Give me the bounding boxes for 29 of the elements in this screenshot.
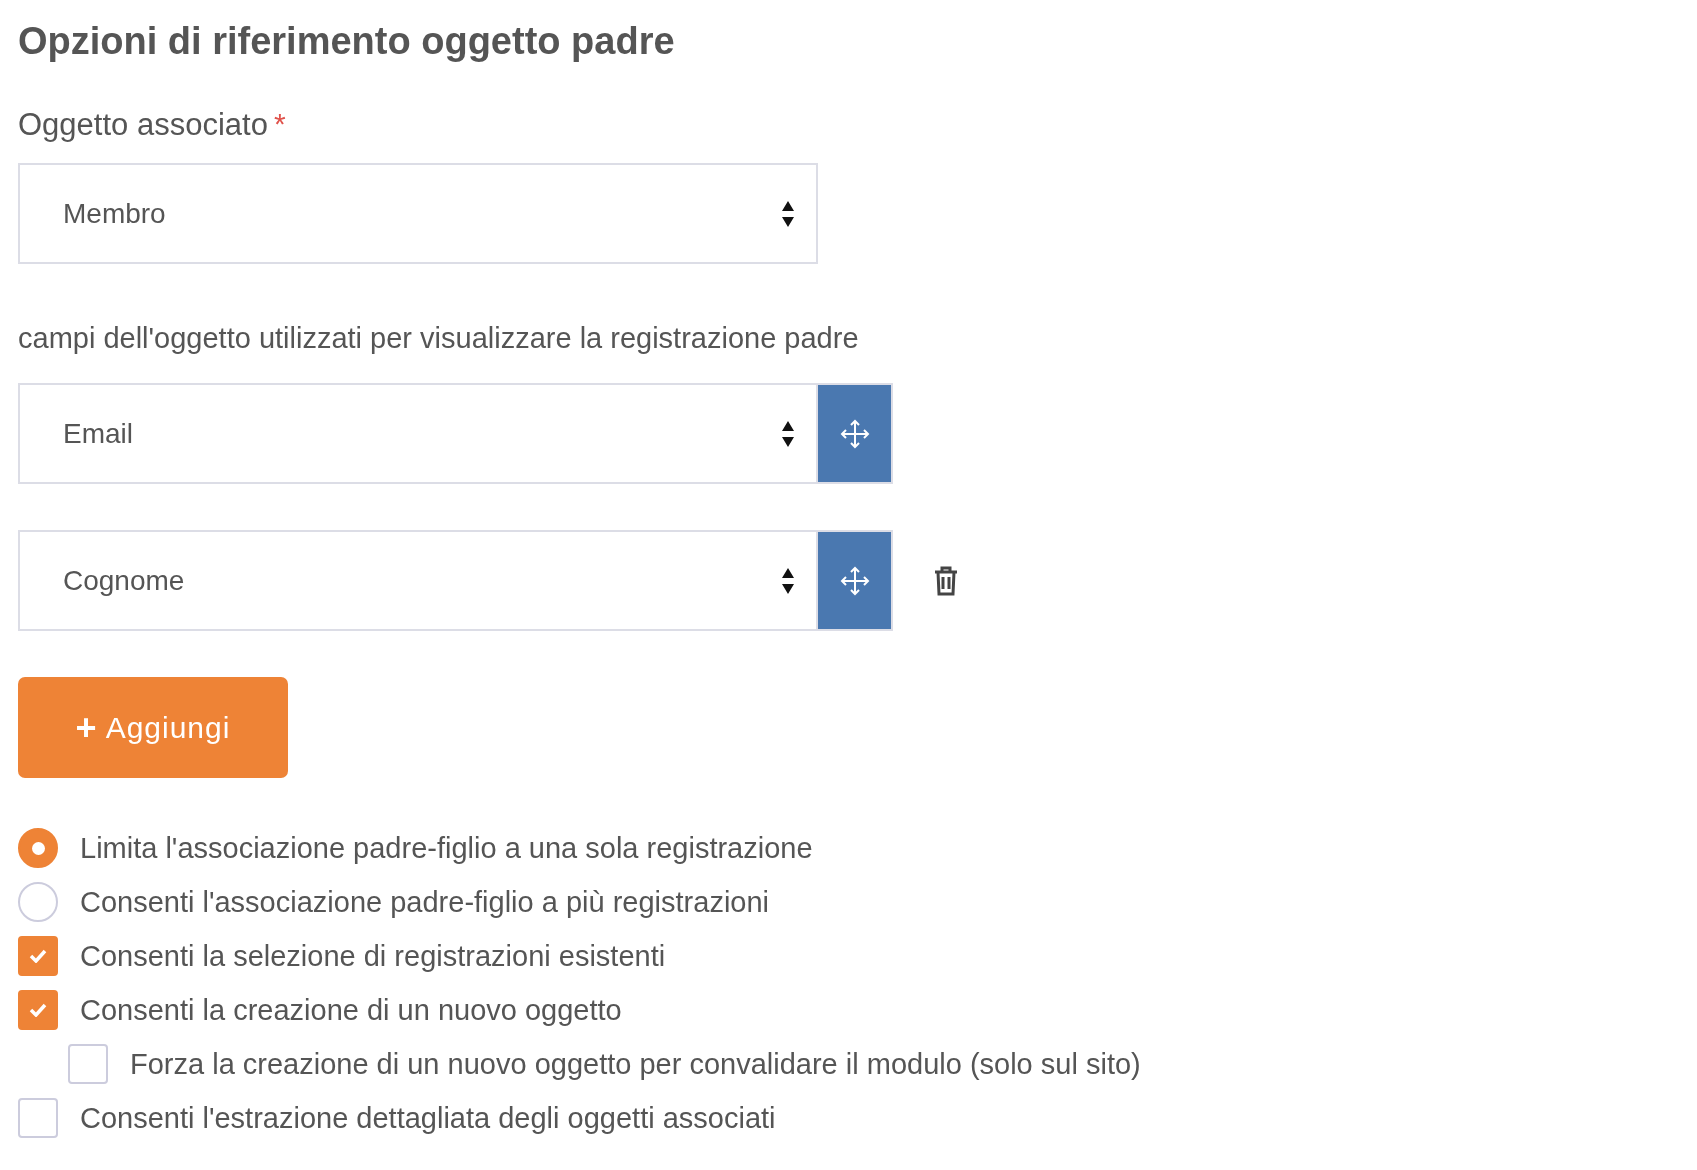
radio-button[interactable] [18, 828, 58, 868]
option-label: Forza la creazione di un nuovo oggetto per convalidare il modulo (solo sul sito) [130, 1047, 1141, 1081]
option-label: Consenti l'associazione padre-figlio a più registrazioni [80, 885, 770, 919]
checkbox[interactable] [68, 1044, 108, 1084]
move-arrows-icon [839, 565, 870, 596]
trash-icon[interactable] [933, 565, 959, 596]
sort-arrows-icon [782, 200, 794, 227]
required-asterisk: * [273, 107, 286, 141]
move-arrows-icon [839, 418, 870, 449]
sort-arrows-icon [782, 420, 794, 447]
option-label: Consenti la creazione di un nuovo oggetto [80, 993, 622, 1027]
option-label: Limita l'associazione padre-figlio a una sola registrazione [80, 831, 813, 865]
move-handle-button[interactable] [818, 530, 893, 631]
select-field[interactable]: Membro [18, 163, 818, 264]
select-field[interactable]: Email [18, 383, 818, 484]
check-icon [29, 949, 47, 963]
checkbox[interactable] [18, 1098, 58, 1138]
field-label: campi dell'oggetto utilizzati per visualizzare la registrazione padre [18, 322, 860, 355]
sort-arrows-icon [782, 567, 794, 594]
section-title: Opzioni di riferimento oggetto padre [18, 20, 676, 63]
option-label: Consenti l'estrazione dettagliata degli oggetti associati [80, 1101, 776, 1135]
check-icon [29, 1003, 47, 1017]
checkbox[interactable] [18, 936, 58, 976]
option-label: Consenti la selezione di registrazioni esistenti [80, 939, 666, 973]
radio-button[interactable] [18, 882, 58, 922]
field-label: Oggetto associato [18, 107, 268, 143]
checkbox[interactable] [18, 990, 58, 1030]
move-handle-button[interactable] [818, 383, 893, 484]
select-field[interactable]: Cognome [18, 530, 818, 631]
